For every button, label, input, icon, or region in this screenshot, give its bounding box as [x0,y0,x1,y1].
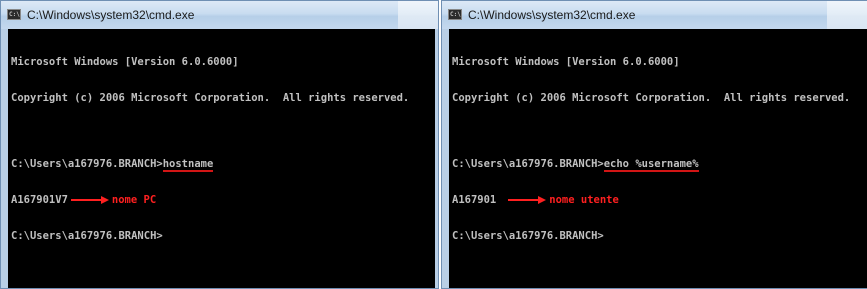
command-output: A167901 [452,194,497,206]
prompt: C:\Users\a167976.BRANCH> [11,158,163,170]
prompt: C:\Users\a167976.BRANCH> [452,158,604,170]
console-area[interactable]: Microsoft Windows [Version 6.0.6000] Cop… [8,29,435,288]
cmd-window-right: C:\ C:\Windows\system32\cmd.exe Microsof… [441,0,867,289]
version-line: Microsoft Windows [Version 6.0.6000] [452,56,680,68]
prompt: C:\Users\a167976.BRANCH> [11,230,163,242]
version-line: Microsoft Windows [Version 6.0.6000] [11,56,239,68]
window-title: C:\Windows\system32\cmd.exe [27,8,195,22]
title-bar[interactable]: C:\ C:\Windows\system32\cmd.exe [1,1,438,29]
cmd-icon[interactable]: C:\ [7,9,21,20]
command-text: echo %username% [603,158,699,172]
cmd-window-left: C:\ C:\Windows\system32\cmd.exe Microsof… [0,0,439,289]
copyright-line: Copyright (c) 2006 Microsoft Corporation… [452,92,851,104]
console-area[interactable]: Microsoft Windows [Version 6.0.6000] Cop… [449,29,867,288]
red-arrow-icon [70,196,109,204]
red-arrow-icon [508,196,547,204]
command-text: hostname [162,158,214,172]
annotation-label: nome PC [111,194,157,206]
annotation-label: nome utente [549,194,619,206]
prompt: C:\Users\a167976.BRANCH> [452,230,604,242]
window-title: C:\Windows\system32\cmd.exe [468,8,636,22]
copyright-line: Copyright (c) 2006 Microsoft Corporation… [11,92,410,104]
command-output: A167901V7 [11,194,68,206]
title-bar[interactable]: C:\ C:\Windows\system32\cmd.exe [442,1,867,29]
cmd-icon[interactable]: C:\ [448,9,462,20]
